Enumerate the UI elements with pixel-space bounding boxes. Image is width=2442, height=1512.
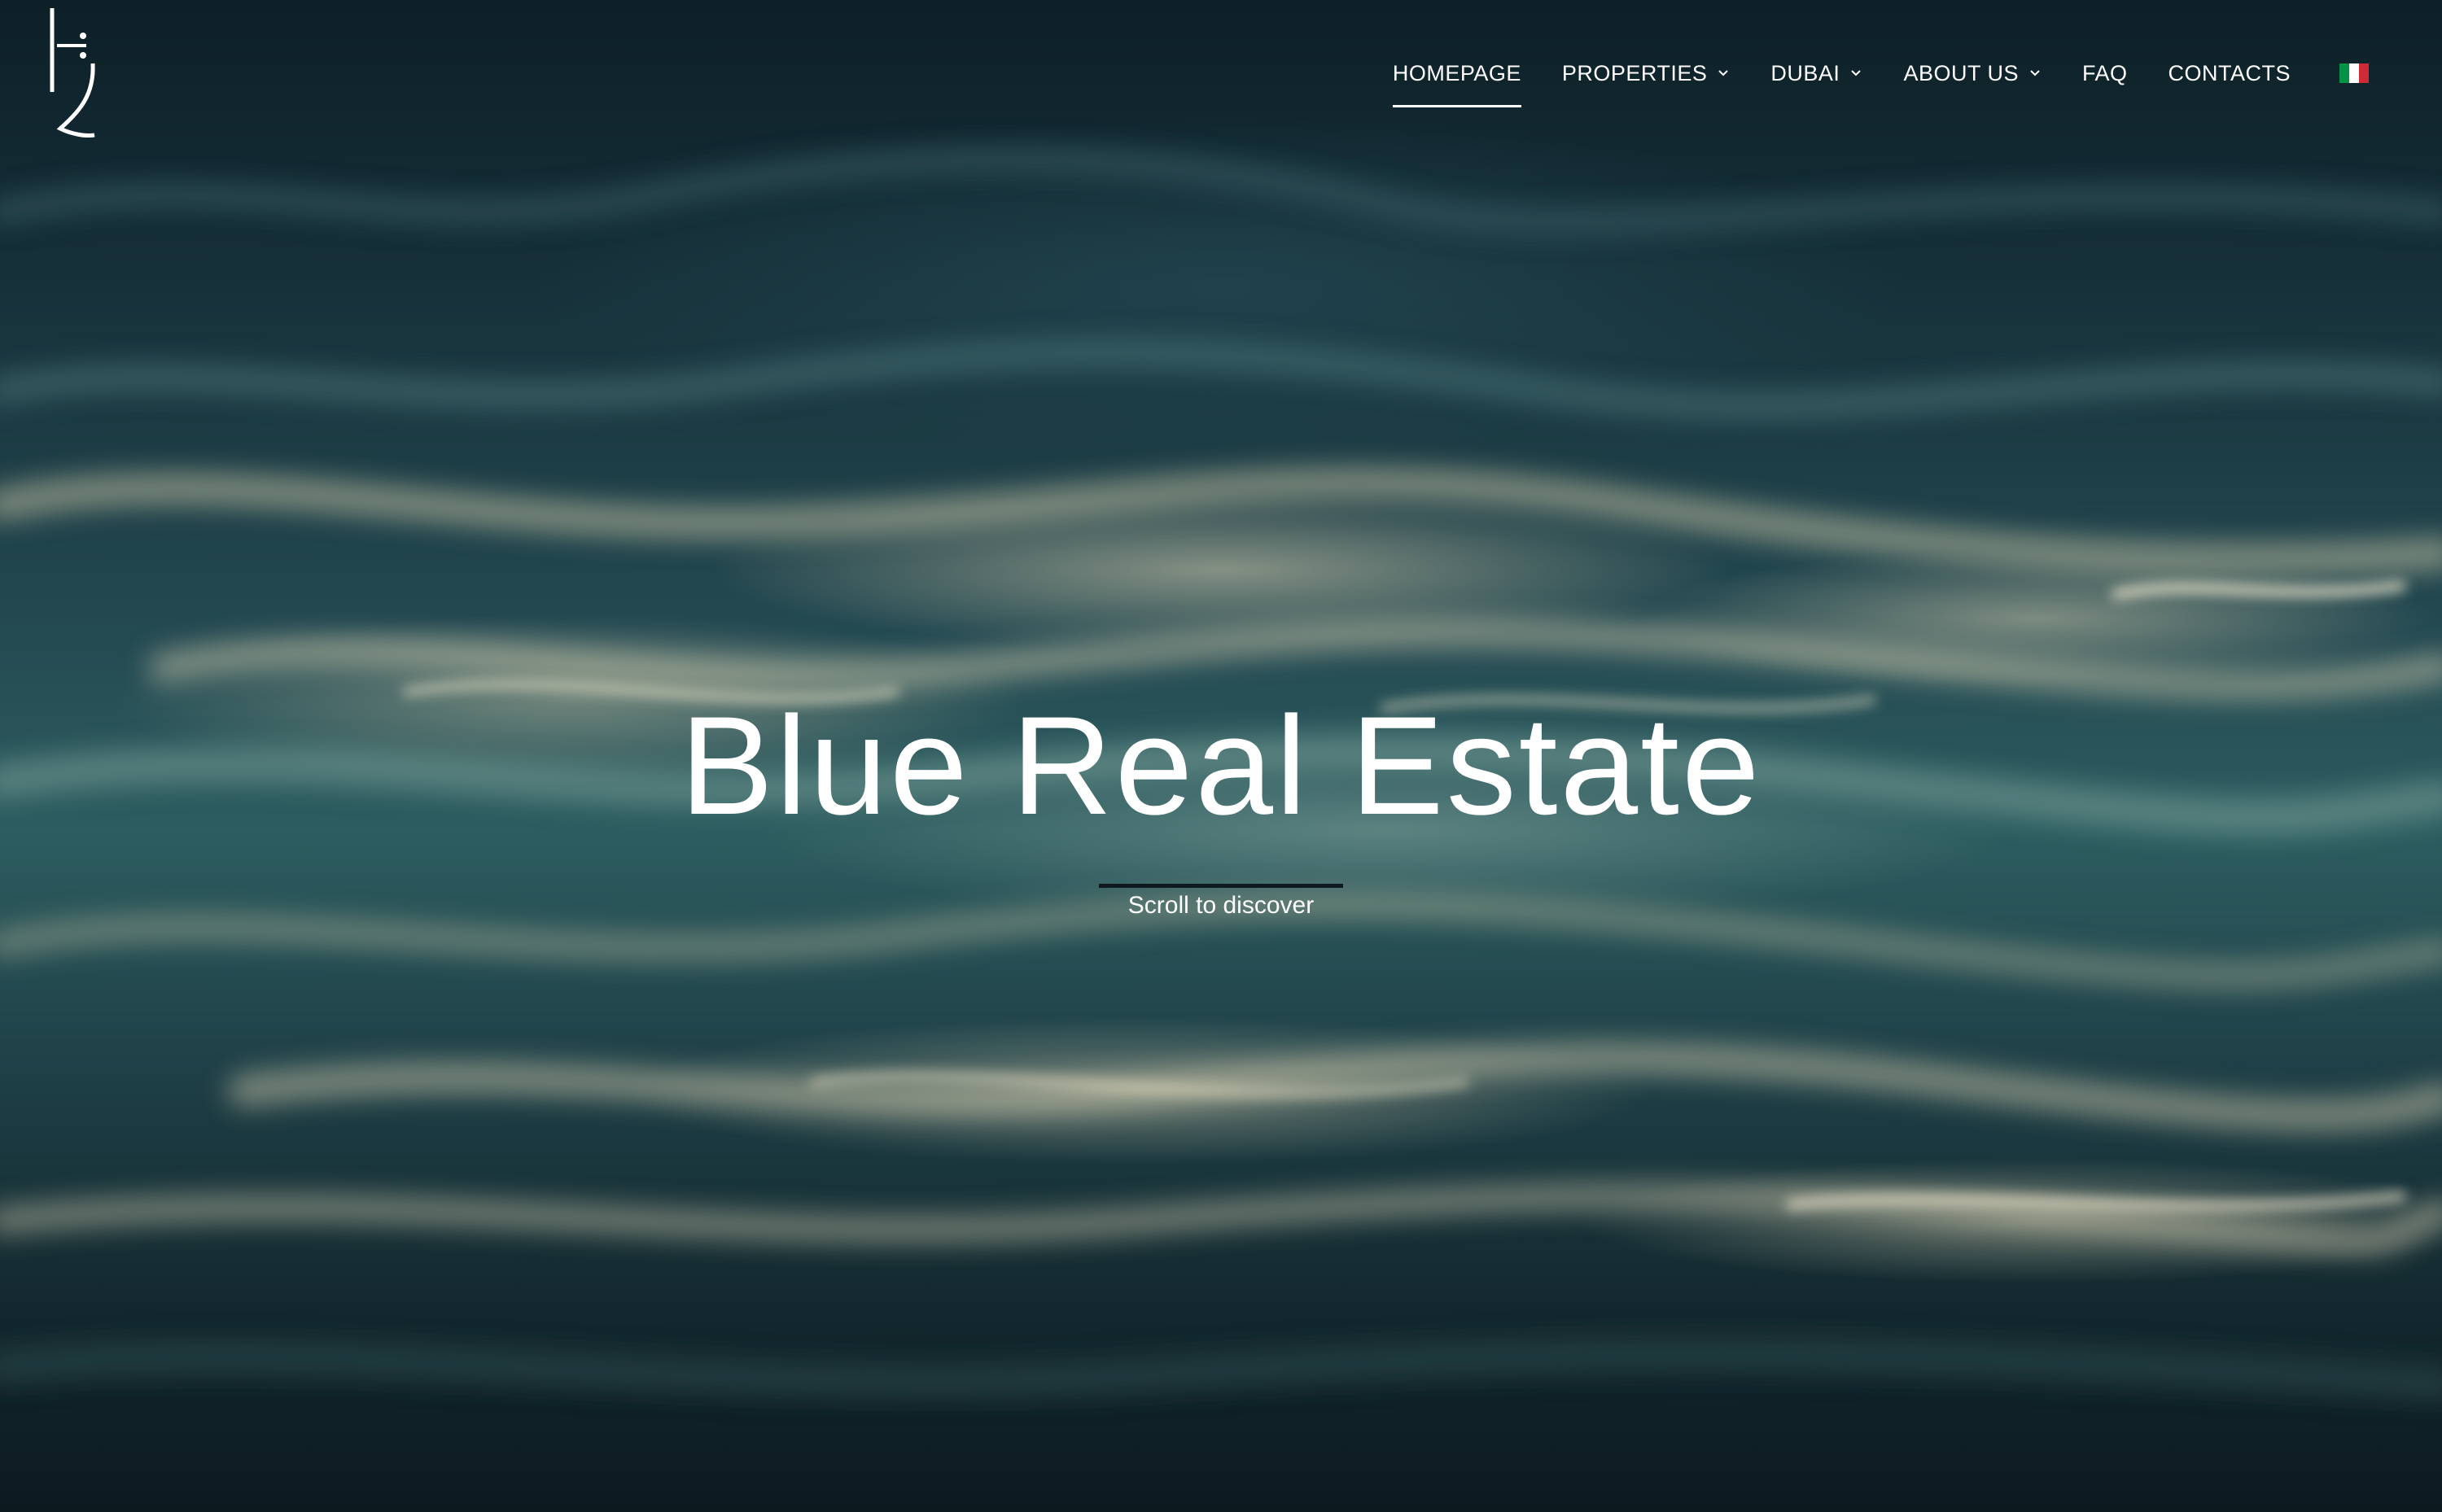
nav-dubai-label: DUBAI	[1770, 60, 1840, 85]
chevron-down-icon	[1718, 70, 1729, 76]
nav-properties[interactable]: PROPERTIES	[1562, 57, 1731, 90]
nav-faq-label: FAQ	[2081, 60, 2128, 85]
nav-homepage[interactable]: HOMEPAGE	[1392, 57, 1521, 107]
brand-monogram-icon[interactable]	[46, 7, 103, 145]
chevron-down-icon	[2030, 70, 2040, 76]
flag-stripe-white	[2349, 63, 2359, 83]
nav-faq[interactable]: FAQ	[2082, 57, 2128, 90]
chevron-down-icon	[1851, 70, 1862, 76]
nav-contacts[interactable]: CONTACTS	[2168, 57, 2291, 90]
main-navigation: HOMEPAGE PROPERTIES DUBAI ABOUT US FAQ C…	[1352, 57, 2369, 107]
nav-dubai[interactable]: DUBAI	[1770, 57, 1862, 90]
hero-section: HOMEPAGE PROPERTIES DUBAI ABOUT US FAQ C…	[0, 0, 2442, 1512]
scroll-to-discover-link[interactable]: Scroll to discover	[0, 892, 2442, 920]
italian-flag-icon[interactable]	[2339, 63, 2369, 83]
nav-homepage-label: HOMEPAGE	[1392, 60, 1521, 85]
scroll-divider	[1099, 884, 1343, 888]
nav-contacts-label: CONTACTS	[2168, 60, 2291, 85]
flag-stripe-red	[2359, 63, 2369, 83]
nav-properties-label: PROPERTIES	[1561, 60, 1708, 85]
flag-stripe-green	[2339, 63, 2349, 83]
nav-about-us-label: ABOUT US	[1903, 60, 2019, 85]
nav-about-us[interactable]: ABOUT US	[1903, 57, 2042, 90]
hero-title: Blue Real Estate	[680, 688, 1762, 844]
